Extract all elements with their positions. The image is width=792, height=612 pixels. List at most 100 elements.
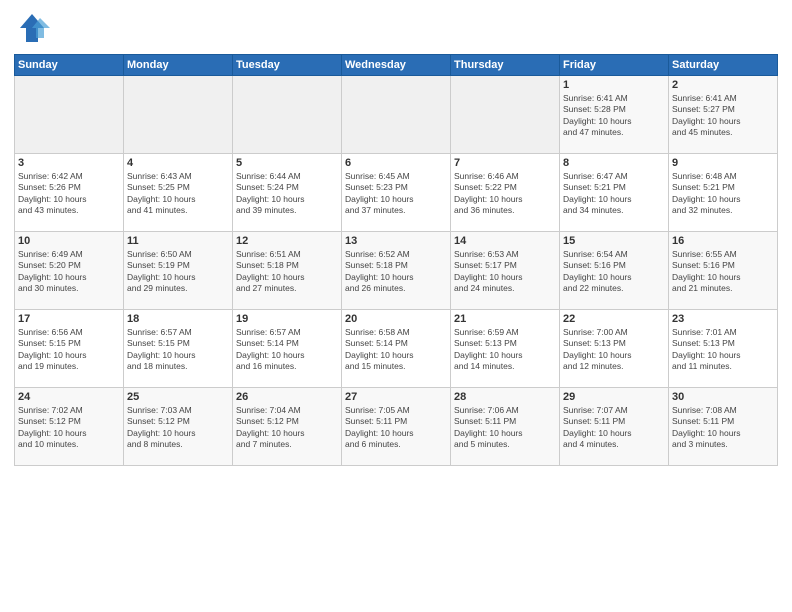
header	[14, 10, 778, 46]
day-number: 6	[345, 157, 447, 169]
day-cell: 20 Sunrise: 6:58 AM Sunset: 5:14 PM Dayli…	[342, 310, 451, 388]
day-info: Sunrise: 6:56 AM Sunset: 5:15 PM Dayligh…	[18, 327, 120, 373]
day-number: 17	[18, 313, 120, 325]
day-number: 7	[454, 157, 556, 169]
day-info: Sunrise: 6:41 AM Sunset: 5:28 PM Dayligh…	[563, 93, 665, 139]
day-number: 19	[236, 313, 338, 325]
day-number: 24	[18, 391, 120, 403]
day-cell: 24 Sunrise: 7:02 AM Sunset: 5:12 PM Dayli…	[15, 388, 124, 466]
day-number: 22	[563, 313, 665, 325]
day-info: Sunrise: 7:01 AM Sunset: 5:13 PM Dayligh…	[672, 327, 774, 373]
day-cell: 8 Sunrise: 6:47 AM Sunset: 5:21 PM Daylig…	[560, 154, 669, 232]
day-info: Sunrise: 6:57 AM Sunset: 5:15 PM Dayligh…	[127, 327, 229, 373]
day-cell: 25 Sunrise: 7:03 AM Sunset: 5:12 PM Dayli…	[124, 388, 233, 466]
day-number: 2	[672, 79, 774, 91]
day-info: Sunrise: 7:02 AM Sunset: 5:12 PM Dayligh…	[18, 405, 120, 451]
day-number: 4	[127, 157, 229, 169]
calendar-table: SundayMondayTuesdayWednesdayThursdayFrid…	[14, 54, 778, 466]
day-info: Sunrise: 7:07 AM Sunset: 5:11 PM Dayligh…	[563, 405, 665, 451]
day-info: Sunrise: 6:59 AM Sunset: 5:13 PM Dayligh…	[454, 327, 556, 373]
day-number: 11	[127, 235, 229, 247]
day-info: Sunrise: 6:48 AM Sunset: 5:21 PM Dayligh…	[672, 171, 774, 217]
day-info: Sunrise: 6:41 AM Sunset: 5:27 PM Dayligh…	[672, 93, 774, 139]
day-cell	[342, 76, 451, 154]
day-info: Sunrise: 6:44 AM Sunset: 5:24 PM Dayligh…	[236, 171, 338, 217]
day-cell: 7 Sunrise: 6:46 AM Sunset: 5:22 PM Daylig…	[451, 154, 560, 232]
day-number: 5	[236, 157, 338, 169]
day-cell: 23Sunrise: 7:01 AM Sunset: 5:13 PM Dayli…	[669, 310, 778, 388]
day-cell	[233, 76, 342, 154]
day-number: 28	[454, 391, 556, 403]
day-number: 15	[563, 235, 665, 247]
day-cell: 10Sunrise: 6:49 AM Sunset: 5:20 PM Dayli…	[15, 232, 124, 310]
day-info: Sunrise: 7:06 AM Sunset: 5:11 PM Dayligh…	[454, 405, 556, 451]
day-info: Sunrise: 6:57 AM Sunset: 5:14 PM Dayligh…	[236, 327, 338, 373]
day-info: Sunrise: 7:03 AM Sunset: 5:12 PM Dayligh…	[127, 405, 229, 451]
day-cell: 27 Sunrise: 7:05 AM Sunset: 5:11 PM Dayli…	[342, 388, 451, 466]
day-info: Sunrise: 6:50 AM Sunset: 5:19 PM Dayligh…	[127, 249, 229, 295]
day-cell: 1 Sunrise: 6:41 AM Sunset: 5:28 PM Daylig…	[560, 76, 669, 154]
day-number: 8	[563, 157, 665, 169]
day-info: Sunrise: 6:46 AM Sunset: 5:22 PM Dayligh…	[454, 171, 556, 217]
day-cell: 14Sunrise: 6:53 AM Sunset: 5:17 PM Dayli…	[451, 232, 560, 310]
page: SundayMondayTuesdayWednesdayThursdayFrid…	[0, 0, 792, 612]
day-info: Sunrise: 6:42 AM Sunset: 5:26 PM Dayligh…	[18, 171, 120, 217]
day-info: Sunrise: 6:45 AM Sunset: 5:23 PM Dayligh…	[345, 171, 447, 217]
day-cell: 15 Sunrise: 6:54 AM Sunset: 5:16 PM Dayli…	[560, 232, 669, 310]
day-number: 18	[127, 313, 229, 325]
day-info: Sunrise: 6:54 AM Sunset: 5:16 PM Dayligh…	[563, 249, 665, 295]
day-number: 14	[454, 235, 556, 247]
week-row-5: 24 Sunrise: 7:02 AM Sunset: 5:12 PM Dayli…	[15, 388, 778, 466]
column-header-friday: Friday	[560, 55, 669, 76]
day-number: 1	[563, 79, 665, 91]
day-cell	[451, 76, 560, 154]
day-cell	[15, 76, 124, 154]
column-header-sunday: Sunday	[15, 55, 124, 76]
day-number: 27	[345, 391, 447, 403]
day-number: 3	[18, 157, 120, 169]
week-row-1: 1 Sunrise: 6:41 AM Sunset: 5:28 PM Daylig…	[15, 76, 778, 154]
week-row-2: 3 Sunrise: 6:42 AM Sunset: 5:26 PM Daylig…	[15, 154, 778, 232]
day-info: Sunrise: 6:43 AM Sunset: 5:25 PM Dayligh…	[127, 171, 229, 217]
day-number: 26	[236, 391, 338, 403]
day-info: Sunrise: 7:05 AM Sunset: 5:11 PM Dayligh…	[345, 405, 447, 451]
day-cell: 16Sunrise: 6:55 AM Sunset: 5:16 PM Dayli…	[669, 232, 778, 310]
week-row-3: 10Sunrise: 6:49 AM Sunset: 5:20 PM Dayli…	[15, 232, 778, 310]
day-cell: 19 Sunrise: 6:57 AM Sunset: 5:14 PM Dayli…	[233, 310, 342, 388]
day-info: Sunrise: 6:49 AM Sunset: 5:20 PM Dayligh…	[18, 249, 120, 295]
day-number: 12	[236, 235, 338, 247]
day-cell: 11 Sunrise: 6:50 AM Sunset: 5:19 PM Dayli…	[124, 232, 233, 310]
day-cell: 9 Sunrise: 6:48 AM Sunset: 5:21 PM Daylig…	[669, 154, 778, 232]
day-cell: 12Sunrise: 6:51 AM Sunset: 5:18 PM Dayli…	[233, 232, 342, 310]
day-cell: 28 Sunrise: 7:06 AM Sunset: 5:11 PM Dayli…	[451, 388, 560, 466]
column-header-wednesday: Wednesday	[342, 55, 451, 76]
day-cell: 30 Sunrise: 7:08 AM Sunset: 5:11 PM Dayli…	[669, 388, 778, 466]
day-number: 9	[672, 157, 774, 169]
day-info: Sunrise: 6:55 AM Sunset: 5:16 PM Dayligh…	[672, 249, 774, 295]
day-info: Sunrise: 6:52 AM Sunset: 5:18 PM Dayligh…	[345, 249, 447, 295]
day-number: 30	[672, 391, 774, 403]
day-info: Sunrise: 7:00 AM Sunset: 5:13 PM Dayligh…	[563, 327, 665, 373]
column-header-thursday: Thursday	[451, 55, 560, 76]
logo	[14, 10, 56, 46]
day-cell: 3 Sunrise: 6:42 AM Sunset: 5:26 PM Daylig…	[15, 154, 124, 232]
day-info: Sunrise: 7:08 AM Sunset: 5:11 PM Dayligh…	[672, 405, 774, 451]
day-cell: 2 Sunrise: 6:41 AM Sunset: 5:27 PM Daylig…	[669, 76, 778, 154]
week-row-4: 17 Sunrise: 6:56 AM Sunset: 5:15 PM Dayli…	[15, 310, 778, 388]
day-number: 25	[127, 391, 229, 403]
day-cell: 21Sunrise: 6:59 AM Sunset: 5:13 PM Dayli…	[451, 310, 560, 388]
day-cell: 29Sunrise: 7:07 AM Sunset: 5:11 PM Dayli…	[560, 388, 669, 466]
column-header-tuesday: Tuesday	[233, 55, 342, 76]
day-info: Sunrise: 6:47 AM Sunset: 5:21 PM Dayligh…	[563, 171, 665, 217]
day-info: Sunrise: 7:04 AM Sunset: 5:12 PM Dayligh…	[236, 405, 338, 451]
day-number: 20	[345, 313, 447, 325]
header-row: SundayMondayTuesdayWednesdayThursdayFrid…	[15, 55, 778, 76]
day-info: Sunrise: 6:58 AM Sunset: 5:14 PM Dayligh…	[345, 327, 447, 373]
day-cell	[124, 76, 233, 154]
day-cell: 4 Sunrise: 6:43 AM Sunset: 5:25 PM Daylig…	[124, 154, 233, 232]
logo-icon	[14, 10, 50, 46]
day-cell: 17 Sunrise: 6:56 AM Sunset: 5:15 PM Dayli…	[15, 310, 124, 388]
day-cell: 26 Sunrise: 7:04 AM Sunset: 5:12 PM Dayli…	[233, 388, 342, 466]
day-number: 13	[345, 235, 447, 247]
day-cell: 22 Sunrise: 7:00 AM Sunset: 5:13 PM Dayli…	[560, 310, 669, 388]
